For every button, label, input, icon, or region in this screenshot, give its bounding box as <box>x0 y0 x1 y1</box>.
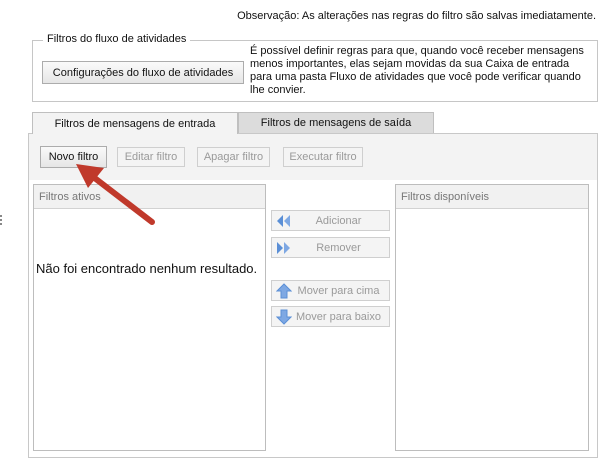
move-down-button[interactable]: Mover para baixo <box>271 306 390 327</box>
arrow-up-icon <box>276 282 292 298</box>
double-chevron-right-icon <box>277 241 290 254</box>
activity-stream-legend: Filtros do fluxo de atividades <box>43 33 191 45</box>
empty-result-message: Não foi encontrado nenhum resultado. <box>36 261 258 276</box>
tab-incoming-filters[interactable]: Filtros de mensagens de entrada <box>32 112 238 134</box>
tab-outgoing-filters[interactable]: Filtros de mensagens de saída <box>238 112 434 133</box>
auto-save-note: Observação: As alterações nas regras do … <box>237 10 596 22</box>
available-filters-header: Filtros disponíveis <box>396 185 588 209</box>
activity-stream-description: É possível definir regras para que, quan… <box>250 45 584 96</box>
move-up-button-label: Mover para cima <box>297 284 380 297</box>
delete-filter-button[interactable]: Apagar filtro <box>197 147 270 167</box>
run-filter-button[interactable]: Executar filtro <box>283 147 363 167</box>
activity-stream-settings-button[interactable]: Configurações do fluxo de atividades <box>42 61 244 84</box>
remove-button[interactable]: Remover <box>271 237 390 258</box>
splitter-grip-icon[interactable] <box>0 215 4 225</box>
add-button-label: Adicionar <box>315 214 362 227</box>
remove-button-label: Remover <box>316 241 361 254</box>
double-chevron-left-icon <box>277 214 290 227</box>
available-filters-list[interactable]: Filtros disponíveis <box>395 184 589 451</box>
move-up-button[interactable]: Mover para cima <box>271 280 390 301</box>
add-button[interactable]: Adicionar <box>271 210 390 231</box>
annotation-arrow-icon <box>76 164 155 225</box>
move-down-button-label: Mover para baixo <box>296 310 381 323</box>
arrow-down-icon <box>276 309 292 325</box>
